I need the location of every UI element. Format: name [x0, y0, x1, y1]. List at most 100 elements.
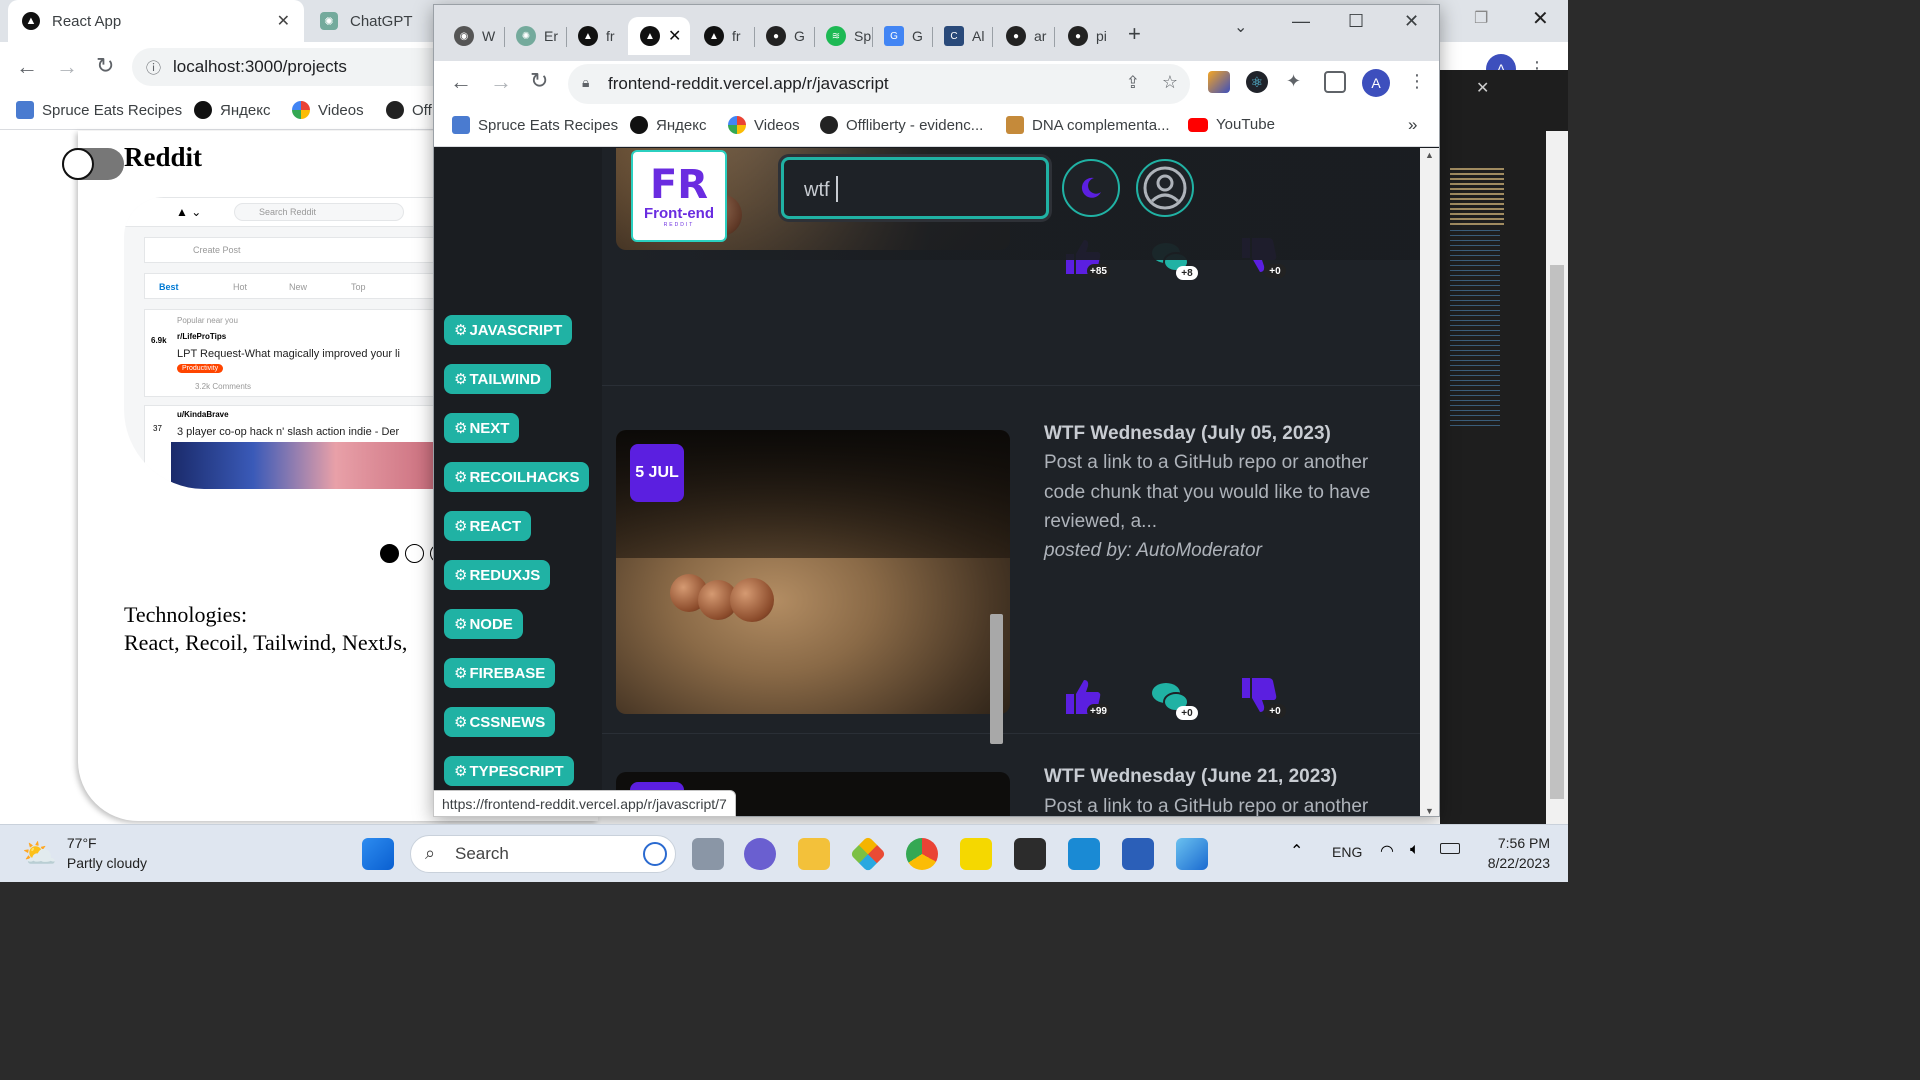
wifi-icon[interactable]: ◠ — [1380, 841, 1394, 861]
puzzle-icon[interactable]: ✦ — [1286, 71, 1308, 93]
fg-page-scrollbar[interactable]: ▲ ▼ — [1420, 148, 1439, 816]
bookmark-dna[interactable]: DNA complementa... — [1006, 116, 1170, 134]
app-icon[interactable] — [849, 835, 887, 873]
bg-scroll-thumb[interactable] — [1550, 265, 1564, 799]
subreddit-javascript[interactable]: ⚙ JAVASCRIPT — [444, 315, 573, 345]
file-explorer-icon[interactable] — [798, 838, 830, 870]
fg-tab-active[interactable]: ▲ ✕ — [628, 17, 690, 55]
word-icon[interactable] — [1122, 838, 1154, 870]
fg-tab[interactable]: ≋ Sp — [814, 17, 874, 55]
bookmark-youtube[interactable]: YouTube — [1188, 116, 1275, 133]
bg-address-bar[interactable]: ⓘ localhost:3000/projects — [132, 48, 452, 86]
panel-close-icon[interactable]: ✕ — [1476, 78, 1489, 98]
back-arrow-icon[interactable]: ← — [450, 69, 472, 95]
post-image[interactable]: 5 JUL — [616, 430, 1010, 714]
close-tab-icon[interactable]: ✕ — [668, 26, 681, 46]
bookmark-offliberty[interactable]: Off — [386, 101, 432, 119]
start-windows-icon[interactable] — [362, 838, 394, 870]
new-tab-icon[interactable]: + — [1128, 21, 1141, 47]
post-title[interactable]: WTF Wednesday (June 21, 2023) — [1044, 766, 1404, 788]
dark-mode-button[interactable] — [1062, 159, 1120, 217]
dislike-button[interactable]: +0 — [1238, 676, 1286, 718]
photos-icon[interactable] — [1176, 838, 1208, 870]
bg-tab-react-app[interactable]: ▲ React App ✕ — [8, 0, 304, 42]
bookmark-videos[interactable]: Videos — [728, 116, 800, 134]
comments-button[interactable]: +0 — [1150, 678, 1198, 720]
chevron-up-icon[interactable]: ⌃ — [1290, 841, 1303, 861]
fg-scroll-thumb[interactable] — [990, 614, 1003, 744]
tab-search-icon[interactable]: ⌄ — [1234, 17, 1247, 37]
thumb-sort: Hot — [233, 282, 248, 292]
forward-arrow-icon[interactable]: → — [56, 54, 78, 80]
close-tab-icon[interactable]: ✕ — [277, 11, 290, 31]
scroll-down-icon[interactable]: ▼ — [1425, 806, 1434, 816]
close-window-icon[interactable]: ✕ — [1532, 6, 1549, 31]
minimize-icon[interactable]: — — [1292, 11, 1310, 32]
subreddit-firebase[interactable]: ⚙ FIREBASE — [444, 658, 556, 688]
toggle-knob[interactable] — [62, 148, 94, 180]
fg-tab[interactable]: ▲ fr — [566, 17, 626, 55]
reload-icon[interactable]: ↻ — [530, 68, 548, 94]
meet-chat-icon[interactable] — [744, 838, 776, 870]
reload-icon[interactable]: ↻ — [96, 53, 114, 79]
fg-tab[interactable]: C Al — [932, 17, 992, 55]
bookmark-offliberty[interactable]: Offliberty - evidenc... — [820, 116, 983, 134]
bg-tab-chatgpt[interactable]: ✺ ChatGPT — [306, 0, 436, 42]
back-arrow-icon[interactable]: ← — [16, 54, 38, 80]
weather-widget[interactable]: ⛅ 77°F Partly cloudy — [22, 833, 147, 873]
fg-tab[interactable]: ● pi — [1056, 17, 1116, 55]
search-box[interactable] — [781, 157, 1049, 219]
fg-tab[interactable]: ● G — [754, 17, 814, 55]
maximize-icon[interactable]: ☐ — [1348, 11, 1364, 32]
subreddit-cssnews[interactable]: ⚙ CSSNEWS — [444, 707, 556, 737]
like-button[interactable]: +99 — [1062, 676, 1110, 718]
side-panel-icon[interactable] — [1324, 71, 1346, 93]
profile-button[interactable] — [1136, 159, 1194, 217]
fg-tab[interactable]: ◉ W — [442, 17, 502, 55]
extension-icon[interactable] — [1208, 71, 1230, 93]
chrome-icon[interactable] — [906, 838, 938, 870]
restore-icon[interactable]: ❐ — [1474, 8, 1488, 28]
task-view-icon[interactable] — [692, 838, 724, 870]
subreddit-next[interactable]: ⚙ NEXT — [444, 413, 520, 443]
volume-icon[interactable]: 🔈︎ — [1410, 841, 1420, 859]
bookmarks-more-icon[interactable]: » — [1408, 115, 1417, 135]
subreddit-reduxjs[interactable]: ⚙ REDUXJS — [444, 560, 551, 590]
fg-tab[interactable]: ● ar — [994, 17, 1054, 55]
scroll-up-icon[interactable]: ▲ — [1425, 150, 1434, 160]
bookmark-spruce[interactable]: Spruce Eats Recipes — [16, 101, 182, 119]
forward-arrow-icon[interactable]: → — [490, 69, 512, 95]
terminal-icon[interactable] — [1014, 838, 1046, 870]
language-indicator[interactable]: ENG — [1332, 844, 1362, 860]
sticky-notes-icon[interactable] — [960, 838, 992, 870]
taskbar-clock[interactable]: 7:56 PM 8/22/2023 — [1478, 833, 1550, 873]
chrome-menu-icon[interactable]: ⋮ — [1408, 71, 1426, 92]
post-title[interactable]: WTF Wednesday (July 05, 2023) — [1044, 423, 1404, 445]
subreddit-recoilhacks[interactable]: ⚙ RECOILHACKS — [444, 462, 590, 492]
close-window-icon[interactable]: ✕ — [1404, 11, 1419, 32]
react-devtools-icon[interactable]: ⚛ — [1246, 71, 1268, 93]
vscode-icon[interactable] — [1068, 838, 1100, 870]
post-card[interactable]: 5 JUL WTF Wednesday (July 05, 2023) Post… — [602, 392, 1420, 734]
fg-address-bar[interactable]: 🔒︎ frontend-reddit.vercel.app/r/javascri… — [568, 64, 1190, 104]
bookmark-yandex[interactable]: Яндекс — [194, 101, 270, 119]
fg-tab[interactable]: GG — [872, 17, 932, 55]
taskbar-search[interactable]: ⌕ Search — [410, 835, 676, 873]
carousel-dot[interactable] — [405, 544, 424, 563]
share-icon[interactable]: ⇪ — [1126, 73, 1140, 93]
subreddit-typescript[interactable]: ⚙ TYPESCRIPT — [444, 756, 574, 786]
bookmark-videos[interactable]: Videos — [292, 101, 364, 119]
carousel-dot[interactable] — [380, 544, 399, 563]
fg-tab[interactable]: ✺ Er — [504, 17, 564, 55]
front-end-reddit-logo[interactable]: FR Front-end REDDIT — [631, 150, 727, 242]
profile-avatar[interactable]: A — [1362, 69, 1390, 97]
star-icon[interactable]: ☆ — [1162, 72, 1178, 93]
bookmark-yandex[interactable]: Яндекс — [630, 116, 706, 134]
bg-page-scrollbar[interactable] — [1546, 131, 1568, 824]
subreddit-tailwind[interactable]: ⚙ TAILWIND — [444, 364, 551, 394]
battery-icon[interactable] — [1440, 843, 1460, 854]
fg-tab[interactable]: ▲ fr — [692, 17, 752, 55]
subreddit-react[interactable]: ⚙ REACT — [444, 511, 532, 541]
bookmark-spruce[interactable]: Spruce Eats Recipes — [452, 116, 618, 134]
subreddit-node[interactable]: ⚙ NODE — [444, 609, 523, 639]
